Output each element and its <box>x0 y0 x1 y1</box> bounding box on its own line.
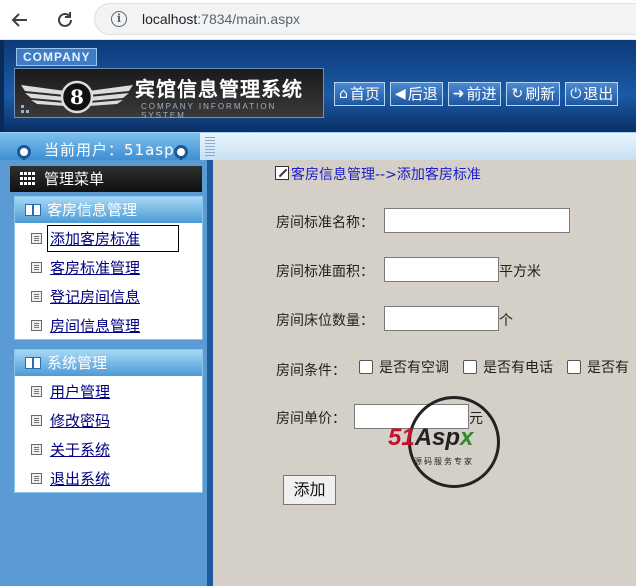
url-text: localhost:7834/main.aspx <box>142 11 300 27</box>
checkbox-box <box>359 360 373 374</box>
group-title[interactable]: 系统管理 <box>15 350 202 376</box>
room-conditions-label: 房间条件： <box>276 363 346 379</box>
bed-count-input[interactable] <box>384 306 499 331</box>
checkbox-box <box>463 360 477 374</box>
sidebar: 管理菜单 客房信息管理 添加客房标准 客房标准管理 登记房间信息 房间信息管理 … <box>0 160 213 586</box>
document-icon <box>31 386 42 397</box>
watermark-logo: 51Aspx 源码服务专家 <box>388 390 518 500</box>
main-content: 客房信息管理-->添加客房标准 房间标准名称： 房间标准面积： 平方米 房间床位… <box>213 160 636 586</box>
document-icon <box>31 262 42 273</box>
menu-group-system: 系统管理 用户管理 修改密码 关于系统 退出系统 <box>14 349 203 493</box>
browser-back-button[interactable] <box>6 6 34 34</box>
room-conditions: 是否有空调 是否有电话 是否有 <box>359 357 629 377</box>
condition-checkbox-3[interactable]: 是否有 <box>567 357 629 377</box>
add-button[interactable]: 添加 <box>283 475 336 505</box>
current-user-bar: 当前用户：51aspx <box>0 132 213 168</box>
watermark-tagline: 源码服务专家 <box>414 457 474 466</box>
logout-button[interactable]: ⏻ 退出 <box>565 82 619 106</box>
site-title: 宾馆信息管理系统 <box>135 77 303 101</box>
document-icon <box>31 320 42 331</box>
bed-count-label: 房间床位数量： <box>276 313 374 329</box>
link-about[interactable]: 关于系统 <box>50 439 110 460</box>
logo: 8 宾馆信息管理系统 COMPANY INFORMATION SYSTEM <box>14 68 324 120</box>
book-icon <box>25 357 41 369</box>
refresh-button[interactable]: ↻ 刷新 <box>506 82 561 106</box>
list-item: 关于系统 <box>15 434 202 463</box>
breadcrumb: 客房信息管理-->添加客房标准 <box>275 164 481 184</box>
link-room-info-manage[interactable]: 房间信息管理 <box>50 315 140 336</box>
group-title[interactable]: 客房信息管理 <box>15 197 202 223</box>
forward-arrow-icon: ➜ <box>452 86 465 102</box>
document-icon <box>31 233 42 244</box>
link-change-password[interactable]: 修改密码 <box>50 410 110 431</box>
home-icon: ⌂ <box>339 86 348 102</box>
area-unit: 平方米 <box>499 264 541 280</box>
list-item: 退出系统 <box>15 463 202 492</box>
list-item: 登记房间信息 <box>15 281 202 310</box>
refresh-icon: ↻ <box>511 86 524 102</box>
pin-icon <box>174 145 188 168</box>
room-area-label: 房间标准面积： <box>276 264 374 280</box>
reload-icon <box>58 12 72 27</box>
site-info-icon[interactable]: i <box>111 11 127 27</box>
svg-text:8: 8 <box>70 85 84 109</box>
current-user: 当前用户：51aspx <box>44 141 185 159</box>
menu-header: 管理菜单 <box>10 166 202 192</box>
top-nav: ⌂ 首页 ◀ 后退 ➜ 前进 ↻ 刷新 ⏻ 退出 <box>334 82 619 106</box>
list-item: 客房标准管理 <box>15 252 202 281</box>
back-button[interactable]: ◀ 后退 <box>389 82 443 106</box>
link-register-room[interactable]: 登记房间信息 <box>50 286 140 307</box>
document-icon <box>31 444 42 455</box>
back-arrow-icon: ◀ <box>394 86 406 102</box>
book-icon <box>25 204 41 216</box>
link-room-standard-manage[interactable]: 客房标准管理 <box>50 257 140 278</box>
link-add-room-standard[interactable]: 添加客房标准 <box>46 225 180 252</box>
power-icon: ⏻ <box>570 86 582 102</box>
link-user-manage[interactable]: 用户管理 <box>50 381 110 402</box>
bed-unit: 个 <box>499 313 513 329</box>
room-standard-name-input[interactable] <box>384 208 570 233</box>
aircon-checkbox[interactable]: 是否有空调 <box>359 357 449 377</box>
company-tag: COMPANY <box>16 48 98 66</box>
room-area-input[interactable] <box>384 257 499 282</box>
content-header <box>200 132 636 160</box>
document-icon <box>31 415 42 426</box>
link-logout[interactable]: 退出系统 <box>50 468 110 489</box>
address-bar[interactable]: i localhost:7834/main.aspx <box>94 3 636 35</box>
list-item: 用户管理 <box>15 376 202 405</box>
browser-toolbar: i localhost:7834/main.aspx <box>0 0 636 40</box>
checkbox-box <box>567 360 581 374</box>
home-button[interactable]: ⌂ 首页 <box>334 82 385 106</box>
phone-checkbox[interactable]: 是否有电话 <box>463 357 553 377</box>
list-item: 添加客房标准 <box>15 223 202 252</box>
list-item: 修改密码 <box>15 405 202 434</box>
banner-edge <box>0 40 4 132</box>
site-banner: COMPANY 8 宾馆信息管理系统 COMPANY INFORMATION S… <box>0 40 636 132</box>
pin-icon <box>17 145 31 168</box>
room-standard-name-label: 房间标准名称： <box>276 215 374 231</box>
document-icon <box>31 291 42 302</box>
menu-grid-icon <box>20 172 36 186</box>
winged-b-emblem-icon: 8 <box>21 80 133 114</box>
menu-group-room-info: 客房信息管理 添加客房标准 客房标准管理 登记房间信息 房间信息管理 <box>14 196 203 340</box>
site-subtitle: COMPANY INFORMATION SYSTEM <box>141 102 277 120</box>
watermark-brand: 51Aspx <box>388 424 474 451</box>
room-price-label: 房间单价： <box>276 411 346 427</box>
grip-icon <box>205 137 215 157</box>
back-arrow-icon <box>11 13 27 27</box>
edit-icon <box>275 166 289 180</box>
document-icon <box>31 473 42 484</box>
browser-reload-button[interactable] <box>51 6 79 34</box>
forward-button[interactable]: ➜ 前进 <box>447 82 502 106</box>
list-item: 房间信息管理 <box>15 310 202 339</box>
